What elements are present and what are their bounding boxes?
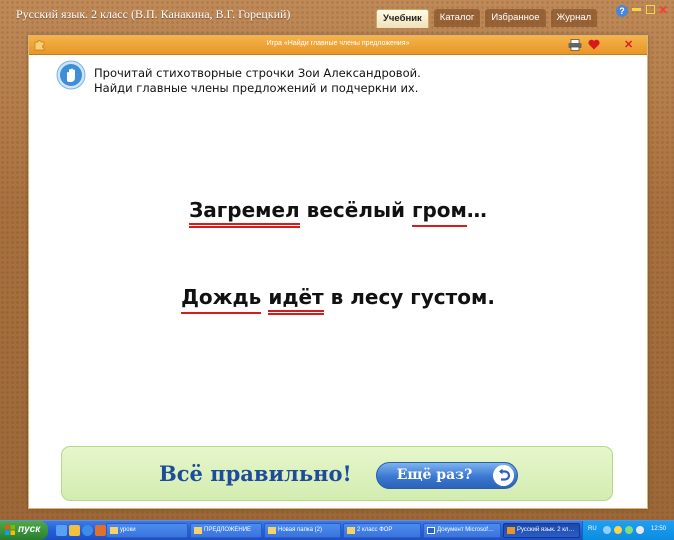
taskbar-button[interactable]: Документ Microsof… (423, 523, 501, 538)
security-icon[interactable] (614, 526, 622, 534)
taskbar-button[interactable]: ПРЕДЛОЖЕНИЕ (190, 523, 262, 538)
network-icon[interactable] (603, 526, 611, 534)
heart-icon[interactable] (588, 38, 600, 51)
tab-favorites[interactable]: Избранное (485, 9, 546, 27)
folder-icon (110, 527, 118, 534)
top-tabs: Учебник Каталог Избранное Журнал (376, 9, 598, 28)
tab-journal[interactable]: Журнал (550, 9, 598, 27)
maximize-button[interactable] (646, 5, 655, 14)
result-bar: Всё правильно! Ещё раз? (61, 446, 613, 501)
game-panel: Игра «Найди главные члены предложения» ✕… (28, 35, 648, 509)
start-label: пуск (18, 524, 41, 535)
minimize-button[interactable] (632, 8, 641, 11)
word-document-icon (427, 527, 435, 534)
quicklaunch-browser-icon[interactable] (82, 525, 93, 536)
antivirus-icon[interactable] (636, 526, 644, 534)
retry-arrow-icon (493, 465, 514, 486)
system-tray: RU 12:50 (582, 521, 674, 540)
textbook-app-icon (507, 527, 515, 534)
panel-title: Игра «Найди главные члены предложения» (266, 40, 410, 47)
sentence-word[interactable]: идёт (268, 285, 324, 316)
app-title: Русский язык. 2 класс (В.П. Канакина, В.… (16, 7, 291, 21)
windows-logo-icon (5, 525, 15, 535)
print-icon[interactable] (568, 39, 582, 51)
tab-catalog[interactable]: Каталог (433, 9, 481, 27)
hand-icon (56, 60, 86, 90)
taskbar: пуск уроки ПРЕДЛОЖЕНИЕ Новая папка (2) 2… (0, 520, 674, 540)
retry-button-label: Ещё раз? (396, 467, 473, 483)
panel-header: Игра «Найди главные члены предложения» ✕ (29, 36, 647, 55)
app-window: Русский язык. 2 класс (В.П. Канакина, В.… (0, 0, 674, 520)
help-button[interactable]: ? (616, 5, 628, 17)
taskbar-button[interactable]: Русский язык. 2 кл… (503, 523, 580, 538)
sentence-word[interactable]: Дождь (181, 285, 262, 316)
taskbar-button[interactable]: уроки (106, 523, 188, 538)
folder-icon (347, 527, 355, 534)
sentence-word[interactable]: гром (412, 198, 467, 229)
volume-icon[interactable] (625, 526, 633, 534)
folder-icon (268, 527, 276, 534)
retry-button[interactable]: Ещё раз? (376, 462, 518, 489)
sentence-2: Дождь идёт в лесу густом. (29, 285, 647, 316)
close-window-button[interactable]: ✕ (658, 3, 668, 17)
result-message: Всё правильно! (159, 461, 352, 486)
instruction-text: Прочитай стихотворные строчки Зои Алекса… (94, 66, 421, 96)
sentence-word: … (466, 198, 487, 222)
sentence-1: Загремел весёлый гром… (29, 198, 647, 229)
language-indicator[interactable]: RU (588, 526, 597, 532)
clock[interactable]: 12:50 (651, 526, 666, 532)
sentence-word[interactable]: в лесу густом. (331, 285, 495, 316)
instruction-line-2: Найди главные члены предложений и подчер… (94, 81, 419, 95)
start-button[interactable]: пуск (0, 521, 48, 540)
folder-icon (194, 527, 202, 534)
sentence-word[interactable]: весёлый (307, 198, 405, 229)
close-icon[interactable]: ✕ (624, 38, 633, 51)
sentence-word[interactable]: Загремел (189, 198, 300, 229)
quicklaunch-app-icon[interactable] (95, 525, 106, 536)
tab-textbook[interactable]: Учебник (376, 9, 429, 28)
instruction-line-1: Прочитай стихотворные строчки Зои Алекса… (94, 66, 421, 80)
taskbar-button[interactable]: Новая папка (2) (264, 523, 341, 538)
taskbar-button[interactable]: 2 класс ФОР (343, 523, 421, 538)
quicklaunch-desktop-icon[interactable] (56, 525, 67, 536)
quicklaunch-media-icon[interactable] (69, 525, 80, 536)
